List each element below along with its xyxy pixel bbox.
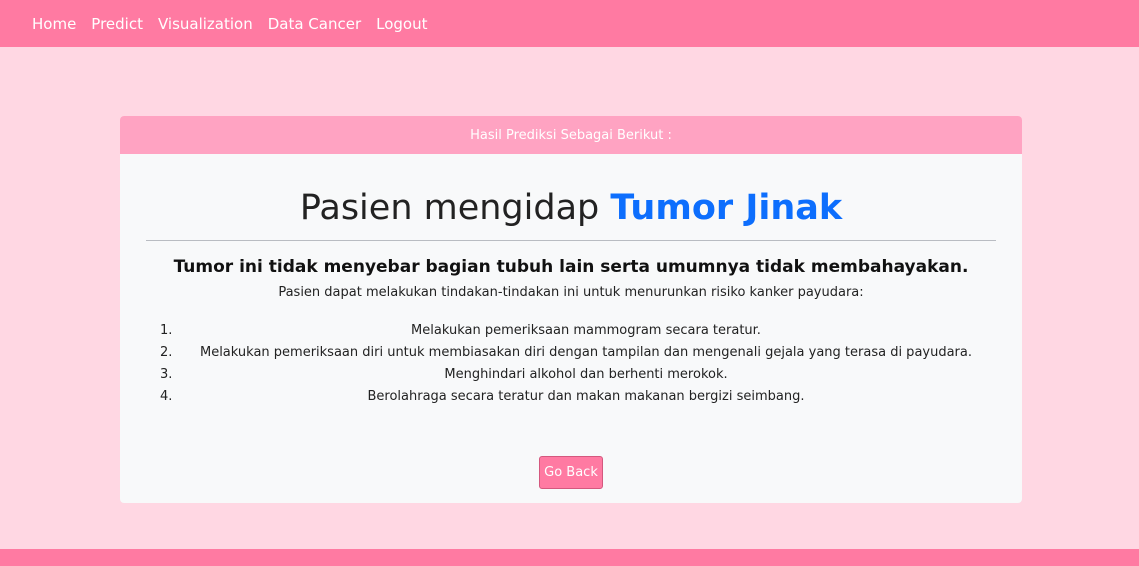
- prediction-diagnosis: Tumor Jinak: [610, 188, 843, 228]
- recommendation-text: Melakukan pemeriksaan mammogram secara t…: [411, 323, 761, 338]
- footer-bar: [0, 549, 1139, 566]
- prediction-result-card: Hasil Prediksi Sebagai Berikut : Pasien …: [120, 116, 1022, 503]
- recommendation-text: Melakukan pemeriksaan diri untuk membias…: [199, 345, 972, 360]
- prediction-title-prefix: Pasien mengidap: [299, 188, 600, 228]
- recommendation-text: Berolahraga secara teratur dan makan mak…: [367, 389, 805, 404]
- recommendation-intro: Pasien dapat melakukan tindakan-tindakan…: [278, 285, 864, 300]
- nav-data-cancer-link[interactable]: Data Cancer: [268, 15, 361, 33]
- prediction-title: Pasien mengidap Tumor Jinak: [120, 188, 1022, 228]
- recommendation-item: 3. Menghindari alkohol dan berhenti mero…: [120, 364, 1022, 386]
- nav-predict-link[interactable]: Predict: [91, 15, 143, 33]
- recommendation-number: 4.: [160, 389, 173, 404]
- recommendation-number: 3.: [160, 367, 173, 382]
- nav-logout-link[interactable]: Logout: [376, 15, 427, 33]
- title-divider: [146, 240, 996, 241]
- diagnosis-description: Tumor ini tidak menyebar bagian tubuh la…: [173, 257, 969, 277]
- recommendation-number: 2.: [160, 345, 173, 360]
- top-navbar: Home Predict Visualization Data Cancer L…: [0, 0, 1139, 47]
- recommendation-item: 1. Melakukan pemeriksaan mammogram secar…: [120, 320, 1022, 342]
- recommendation-list: 1. Melakukan pemeriksaan mammogram secar…: [120, 320, 1022, 408]
- go-back-button[interactable]: Go Back: [539, 456, 603, 489]
- recommendation-item: 2. Melakukan pemeriksaan diri untuk memb…: [120, 342, 1022, 364]
- nav-home-link[interactable]: Home: [32, 15, 76, 33]
- nav-visualization-link[interactable]: Visualization: [158, 15, 253, 33]
- card-header: Hasil Prediksi Sebagai Berikut :: [120, 116, 1022, 154]
- recommendation-item: 4. Berolahraga secara teratur dan makan …: [120, 386, 1022, 408]
- recommendation-number: 1.: [160, 323, 173, 338]
- recommendation-text: Menghindari alkohol dan berhenti merokok…: [444, 367, 728, 382]
- button-container: Go Back: [120, 456, 1022, 489]
